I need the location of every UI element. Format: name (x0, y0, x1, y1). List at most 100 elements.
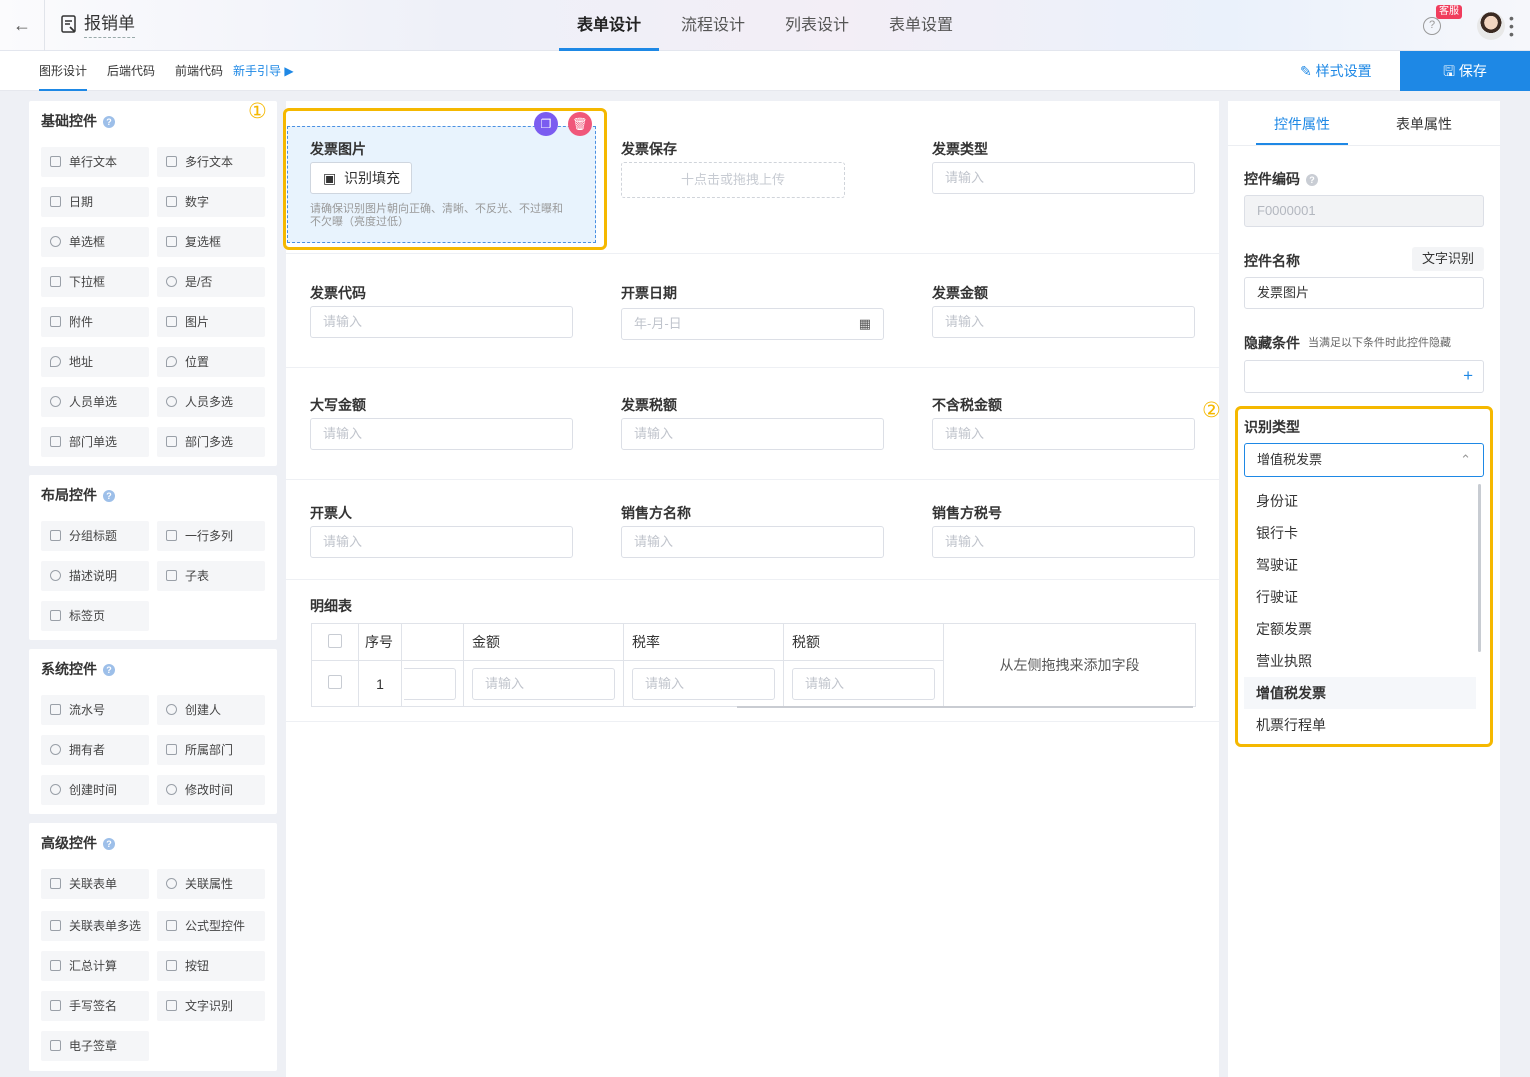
tab-form-design[interactable]: 表单设计 (559, 0, 660, 51)
horizontal-scrollbar[interactable] (737, 706, 1193, 708)
invoice-type-input[interactable]: 请输入 (932, 162, 1195, 194)
help-icon[interactable]: ? (103, 490, 115, 502)
invoice-code-input[interactable]: 请输入 (310, 306, 573, 338)
control-dept-single[interactable]: 部门单选 (41, 427, 149, 457)
ocr-fill-button[interactable]: ▣ 识别填充 (310, 162, 412, 194)
control-tab-page[interactable]: 标签页 (41, 601, 149, 631)
control-name-input[interactable]: 发票图片 (1244, 277, 1484, 309)
control-e-seal[interactable]: 电子签章 (41, 1031, 149, 1061)
more-vertical-icon[interactable]: • • • (1509, 11, 1517, 41)
help-icon[interactable]: ? (1306, 174, 1318, 186)
invoice-date-input[interactable]: 年-月-日 ▦ (621, 308, 884, 340)
control-related-form-multi[interactable]: 关联表单多选 (41, 911, 149, 941)
control-related-attr[interactable]: 关联属性 (157, 869, 265, 899)
dropdown-scrollbar[interactable] (1478, 484, 1481, 652)
control-dropdown[interactable]: 下拉框 (41, 267, 149, 297)
invoice-amount-input[interactable]: 请输入 (932, 306, 1195, 338)
control-formula[interactable]: 公式型控件 (157, 911, 265, 941)
paperclip-icon (50, 316, 61, 327)
control-single-text[interactable]: 单行文本 (41, 147, 149, 177)
option-business-license[interactable]: 营业执照 (1244, 645, 1476, 677)
ocr-tag-button[interactable]: 文字识别 (1412, 247, 1484, 271)
tax-amount-input[interactable]: 请输入 (621, 418, 884, 450)
tab-list-design[interactable]: 列表设计 (767, 0, 867, 51)
control-related-form[interactable]: 关联表单 (41, 869, 149, 899)
option-bank-card[interactable]: 银行卡 (1244, 517, 1476, 549)
control-multi-text[interactable]: 多行文本 (157, 147, 265, 177)
help-icon[interactable]: ? (103, 664, 115, 676)
option-vat-invoice[interactable]: 增值税发票 (1244, 677, 1476, 709)
control-description[interactable]: 描述说明 (41, 561, 149, 591)
control-subtable[interactable]: 子表 (157, 561, 265, 591)
upload-area[interactable]: 十点击或拖拽上传 (621, 162, 845, 198)
control-radio[interactable]: 单选框 (41, 227, 149, 257)
tab-backend-code[interactable]: 后端代码 (107, 51, 155, 91)
control-button[interactable]: 按钮 (157, 951, 265, 981)
tax-rate-cell-input[interactable]: 请输入 (632, 667, 775, 700)
support-badge[interactable]: 客服 (1436, 5, 1462, 19)
control-dept-multi[interactable]: 部门多选 (157, 427, 265, 457)
guide-label: 新手引导 (233, 64, 282, 78)
control-group-title[interactable]: 分组标题 (41, 521, 149, 551)
control-user-multi[interactable]: 人员多选 (157, 387, 265, 417)
tab-flow-design[interactable]: 流程设计 (663, 0, 763, 51)
cell-input[interactable] (404, 667, 456, 700)
control-attachment[interactable]: 附件 (41, 307, 149, 337)
option-driver-license[interactable]: 驾驶证 (1244, 549, 1476, 581)
control-date[interactable]: 日期 (41, 187, 149, 217)
amount-upper-input[interactable]: 请输入 (310, 418, 573, 450)
style-settings-button[interactable]: ✎ 样式设置 (1300, 51, 1372, 91)
recognition-type-select[interactable]: 增值税发票 ⌃ (1244, 443, 1484, 477)
add-icon[interactable]: + (1463, 361, 1473, 391)
control-owner-dept[interactable]: 所属部门 (157, 735, 265, 765)
control-serial-number[interactable]: 流水号 (41, 695, 149, 725)
copy-icon[interactable]: ❐ (534, 112, 558, 136)
app-title[interactable]: 报销单 (84, 14, 135, 38)
select-all-cell[interactable] (311, 623, 359, 661)
control-modified-time[interactable]: 修改时间 (157, 775, 265, 805)
row-select-cell[interactable] (311, 660, 359, 707)
control-created-time[interactable]: 创建时间 (41, 775, 149, 805)
option-id-card[interactable]: 身份证 (1244, 485, 1476, 517)
help-icon[interactable]: ? (103, 116, 115, 128)
tab-form-settings[interactable]: 表单设置 (871, 0, 971, 51)
checkbox-icon[interactable] (328, 633, 342, 648)
tab-frontend-code[interactable]: 前端代码 (175, 51, 223, 91)
seller-tax-id-input[interactable]: 请输入 (932, 526, 1195, 558)
option-vehicle-license[interactable]: 行驶证 (1244, 581, 1476, 613)
back-arrow-icon[interactable]: ← (10, 13, 34, 37)
control-address[interactable]: 地址 (41, 347, 149, 377)
control-multi-column[interactable]: 一行多列 (157, 521, 265, 551)
control-creator[interactable]: 创建人 (157, 695, 265, 725)
table-header-row: 序号 金额 税率 税额 从左侧拖拽来添加字段 (311, 623, 1196, 707)
tab-control-props[interactable]: 控件属性 (1256, 101, 1348, 145)
avatar[interactable] (1477, 12, 1505, 40)
option-fixed-invoice[interactable]: 定额发票 (1244, 613, 1476, 645)
option-flight-itinerary[interactable]: 机票行程单 (1244, 709, 1476, 735)
control-checkbox[interactable]: 复选框 (157, 227, 265, 257)
help-icon[interactable]: ? (1423, 17, 1441, 35)
control-ocr[interactable]: 文字识别 (157, 991, 265, 1021)
control-yes-no[interactable]: 是/否 (157, 267, 265, 297)
amount-excl-tax-input[interactable]: 请输入 (932, 418, 1195, 450)
guide-link[interactable]: 新手引导 ▶ (233, 51, 294, 91)
hidden-condition-input[interactable]: + (1244, 360, 1484, 393)
checkbox-icon[interactable] (328, 675, 342, 689)
control-location[interactable]: 位置 (157, 347, 265, 377)
help-icon[interactable]: ? (103, 838, 115, 850)
control-signature[interactable]: 手写签名 (41, 991, 149, 1021)
control-owner[interactable]: 拥有者 (41, 735, 149, 765)
control-summary[interactable]: 汇总计算 (41, 951, 149, 981)
tax-cell-input[interactable]: 请输入 (792, 667, 935, 700)
control-number[interactable]: 数字 (157, 187, 265, 217)
issuer-input[interactable]: 请输入 (310, 526, 573, 558)
save-button[interactable]: 🖫 保存 (1400, 51, 1530, 91)
control-user-single[interactable]: 人员单选 (41, 387, 149, 417)
tab-graphic-design[interactable]: 图形设计 (39, 51, 88, 91)
control-image[interactable]: 图片 (157, 307, 265, 337)
field-label: 发票图片 (310, 141, 366, 157)
tab-form-props[interactable]: 表单属性 (1378, 101, 1470, 145)
delete-icon[interactable]: 🗑 (568, 112, 592, 136)
amount-cell-input[interactable]: 请输入 (472, 667, 615, 700)
seller-name-input[interactable]: 请输入 (621, 526, 884, 558)
